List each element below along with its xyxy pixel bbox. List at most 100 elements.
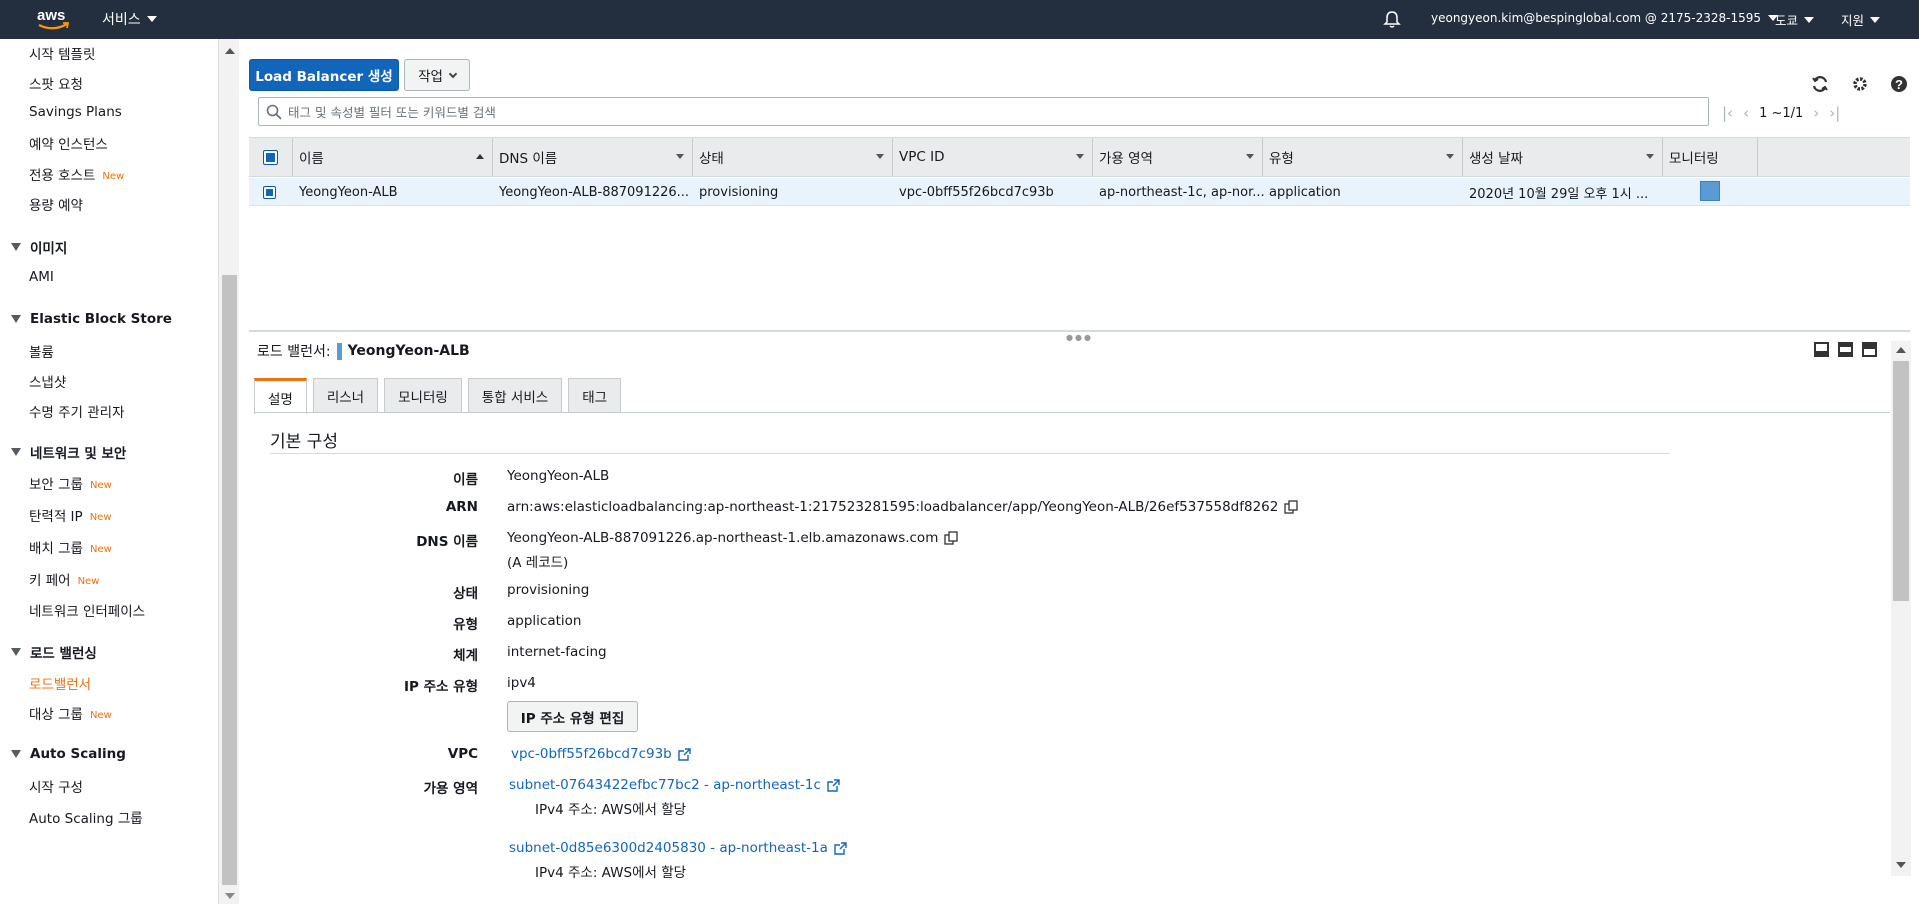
tab-listeners[interactable]: 리스너 (312, 378, 379, 413)
column-header-dns[interactable]: DNS 이름 (493, 138, 693, 176)
sidebar-item-launch-configurations[interactable]: 시작 구성 (29, 776, 83, 796)
sidebar-item-security-groups[interactable]: 보안 그룹 New (29, 473, 112, 493)
select-all-checkbox[interactable] (249, 138, 293, 176)
detail-scrollbar[interactable] (1891, 341, 1911, 876)
triangle-down-icon (11, 750, 21, 758)
sidebar-scrollbar[interactable] (218, 39, 239, 904)
panel-layout-full-icon[interactable] (1862, 342, 1877, 357)
column-header-monitoring[interactable]: 모니터링 (1663, 138, 1758, 176)
subnet-2-link[interactable]: subnet-0d85e6300d2405830 - ap-northeast-… (509, 840, 828, 856)
column-header-az[interactable]: 가용 영역 (1093, 138, 1263, 176)
row-checkbox[interactable] (263, 178, 283, 206)
settings-gear-icon[interactable] (1850, 74, 1870, 94)
panel-layout-split-icon[interactable] (1838, 342, 1853, 357)
region-menu[interactable]: 도쿄 (1775, 10, 1815, 29)
sidebar-item-network-interfaces[interactable]: 네트워크 인터페이스 (29, 600, 145, 620)
vpc-link[interactable]: vpc-0bff55f26bcd7c93b (511, 746, 672, 762)
column-header-vpc-id[interactable]: VPC ID (893, 138, 1093, 176)
monitoring-icon[interactable] (1700, 181, 1720, 201)
sidebar-section-load-balancing[interactable]: 로드 밸런싱 (11, 642, 97, 662)
sidebar-item-reserved-instances[interactable]: 예약 인스턴스 (29, 133, 108, 153)
external-link-icon[interactable] (678, 747, 691, 761)
sidebar-item-capacity-reservations[interactable]: 용량 예약 (29, 194, 83, 214)
support-label: 지원 (1841, 13, 1865, 28)
sidebar-item-key-pairs[interactable]: 키 페어 New (29, 569, 99, 589)
sidebar-section-ebs[interactable]: Elastic Block Store (11, 311, 172, 327)
search-placeholder: 태그 및 속성별 필터 또는 키워드별 검색 (288, 105, 496, 120)
actions-label: 작업 (418, 69, 443, 85)
create-load-balancer-button[interactable]: Load Balancer 생성 (249, 59, 399, 91)
column-header-type[interactable]: 유형 (1263, 138, 1463, 176)
scroll-down-arrow-icon[interactable] (1896, 862, 1906, 868)
sidebar-section-auto-scaling[interactable]: Auto Scaling (11, 746, 126, 762)
scrollbar-thumb[interactable] (1893, 361, 1909, 601)
column-header-state[interactable]: 상태 (693, 138, 893, 176)
search-input[interactable]: 태그 및 속성별 필터 또는 키워드별 검색 (258, 97, 1709, 126)
sidebar-item-load-balancers[interactable]: 로드밸런서 (29, 673, 91, 693)
previous-page-icon[interactable]: ‹ (1743, 104, 1749, 122)
support-menu[interactable]: 지원 (1841, 10, 1881, 29)
scroll-up-arrow-icon[interactable] (1896, 347, 1906, 353)
value-subnet-1[interactable]: subnet-07643422efbc77bc2 - ap-northeast-… (509, 777, 840, 793)
triangle-down-icon (11, 648, 21, 656)
chevron-down-icon (146, 16, 157, 22)
sidebar-item-placement-groups[interactable]: 배치 그룹 New (29, 537, 112, 557)
color-marker (336, 342, 342, 360)
column-header-created[interactable]: 생성 날짜 (1463, 138, 1663, 176)
notification-bell-icon[interactable] (1383, 10, 1401, 29)
sidebar-item-spot-requests[interactable]: 스팟 요청 (29, 73, 83, 93)
external-link-icon[interactable] (827, 778, 840, 792)
sidebar-item-dedicated-hosts[interactable]: 전용 호스트 New (29, 164, 124, 184)
sidebar-item-auto-scaling-groups[interactable]: Auto Scaling 그룹 (29, 807, 143, 827)
sidebar-item-target-groups[interactable]: 대상 그룹 New (29, 703, 112, 723)
help-icon[interactable]: ? (1889, 74, 1909, 94)
value-arn: arn:aws:elasticloadbalancing:ap-northeas… (507, 499, 1299, 515)
actions-button[interactable]: 작업 (404, 59, 470, 91)
subnet-1-link[interactable]: subnet-07643422efbc77bc2 - ap-northeast-… (509, 777, 821, 793)
scroll-down-arrow-icon[interactable] (225, 893, 235, 899)
sidebar-item-launch-templates[interactable]: 시작 템플릿 (29, 43, 95, 63)
panel-layout-bottom-icon[interactable] (1814, 342, 1829, 357)
aws-logo[interactable]: aws (36, 6, 70, 32)
sidebar-item-savings-plans[interactable]: Savings Plans (29, 104, 122, 120)
account-menu[interactable]: yeongyeon.kim@bespinglobal.com @ 2175-23… (1431, 11, 1779, 25)
sidebar-item-ami[interactable]: AMI (29, 269, 54, 285)
external-link-icon[interactable] (834, 841, 847, 855)
sort-icon (876, 154, 884, 159)
services-menu[interactable]: 서비스 (102, 9, 157, 29)
scrollbar-thumb[interactable] (222, 275, 237, 885)
tab-integrated-services[interactable]: 통합 서비스 (467, 378, 563, 413)
scroll-up-arrow-icon[interactable] (225, 48, 235, 54)
sidebar-item-lifecycle-manager[interactable]: 수명 주기 관리자 (29, 401, 125, 421)
page-range-text: 1 ~1/1 (1759, 105, 1804, 121)
sidebar-item-volumes[interactable]: 볼륨 (29, 341, 54, 361)
chevron-down-icon (1804, 16, 1815, 23)
tab-tags[interactable]: 태그 (568, 378, 622, 413)
sidebar-section-network-security[interactable]: 네트워크 및 보안 (11, 442, 126, 462)
last-page-icon[interactable]: ›| (1829, 104, 1840, 122)
row-dns: YeongYeon-ALB-887091226... (499, 184, 689, 200)
table-row[interactable]: YeongYeon-ALB YeongYeon-ALB-887091226...… (249, 178, 1910, 206)
column-header-name[interactable]: 이름 (293, 138, 493, 176)
value-subnet-2[interactable]: subnet-0d85e6300d2405830 - ap-northeast-… (509, 840, 847, 856)
sidebar-section-images[interactable]: 이미지 (11, 237, 67, 257)
sort-ascending-icon (476, 154, 484, 159)
value-vpc[interactable]: vpc-0bff55f26bcd7c93b (511, 746, 691, 762)
refresh-icon[interactable] (1810, 74, 1830, 94)
edit-ip-type-button[interactable]: IP 주소 유형 편집 (507, 701, 638, 732)
copy-icon[interactable] (944, 531, 959, 545)
row-state: provisioning (699, 184, 779, 200)
region-label: 도쿄 (1775, 13, 1799, 28)
sidebar-item-snapshots[interactable]: 스냅샷 (29, 371, 66, 391)
tab-description[interactable]: 설명 (254, 378, 307, 414)
value-state: provisioning (507, 582, 590, 598)
first-page-icon[interactable]: |‹ (1722, 104, 1733, 122)
value-ip-type: ipv4 (507, 675, 536, 691)
sidebar-item-elastic-ips[interactable]: 탄력적 IP New (29, 505, 112, 525)
label-ip-type: IP 주소 유형 (404, 679, 478, 695)
panel-splitter[interactable] (249, 330, 1910, 332)
resize-grip-icon[interactable]: ●●● (1066, 333, 1093, 342)
copy-icon[interactable] (1284, 500, 1299, 514)
next-page-icon[interactable]: › (1813, 104, 1819, 122)
tab-monitoring[interactable]: 모니터링 (384, 378, 462, 413)
